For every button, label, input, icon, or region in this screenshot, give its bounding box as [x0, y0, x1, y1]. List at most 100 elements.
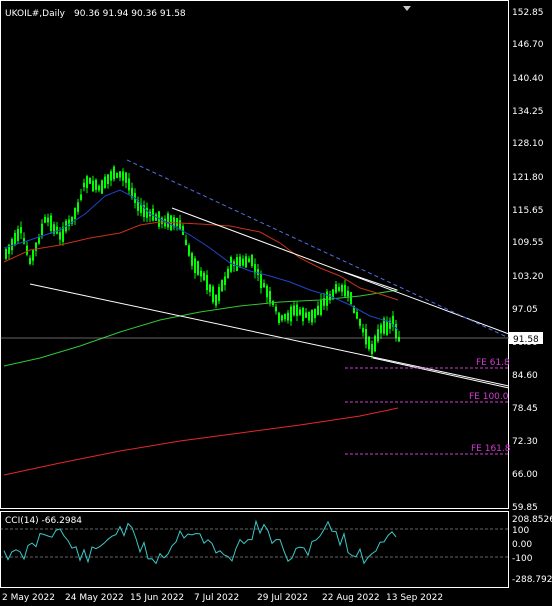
candle-body	[56, 226, 58, 234]
candle-body	[263, 283, 265, 288]
candle-body	[350, 292, 352, 304]
price-label: 78.45	[512, 404, 538, 414]
fib-label-3: FE 161.8	[471, 444, 511, 454]
candle-body	[197, 261, 199, 275]
candle-body	[209, 284, 211, 292]
price-label: 115.65	[512, 206, 544, 216]
candle-body	[347, 290, 349, 297]
candle-body	[311, 309, 313, 323]
candle-body	[356, 311, 358, 319]
candle-body	[275, 306, 277, 312]
candle-body	[218, 287, 220, 301]
candle-body	[17, 228, 19, 241]
candle-body	[248, 258, 250, 263]
candle-body	[305, 312, 307, 318]
candle-body	[284, 313, 286, 320]
candle-body	[368, 336, 370, 350]
candle-body	[287, 312, 289, 321]
candle-body	[278, 312, 280, 323]
candle-body	[203, 272, 205, 281]
candle-body	[227, 268, 229, 279]
candle-body	[59, 232, 61, 240]
indicator-label: 208.8526	[512, 515, 552, 525]
channel-line-2	[343, 271, 398, 291]
candle-body	[44, 217, 46, 223]
candle-body	[335, 284, 337, 293]
indicator-axis: 208.8526 100 0.00 -100 -288.7926	[512, 515, 552, 585]
symbol-label: UKOIL#,Daily	[5, 9, 66, 19]
price-label: 109.55	[512, 238, 544, 248]
price-label: 103.20	[512, 272, 544, 282]
candle-body	[242, 258, 244, 266]
candle-body	[380, 324, 382, 334]
candle-body	[332, 289, 334, 298]
candle-body	[251, 254, 253, 267]
candle-body	[230, 257, 232, 272]
ma-slow-line	[3, 289, 399, 367]
price-label: 84.60	[512, 371, 538, 381]
candle-body	[113, 166, 115, 180]
fib-label-2: FE 100.0	[469, 392, 509, 402]
current-price-value: 91.58	[513, 335, 539, 345]
indicator-label: 0.00	[512, 540, 532, 550]
candle-body	[317, 305, 319, 315]
indicator-label: -288.7926	[512, 575, 552, 585]
candle-body	[395, 323, 397, 339]
candle-body	[185, 239, 187, 246]
indicator-name: CCI(14) -66.2984	[5, 516, 82, 526]
ohlc-label: 90.36 91.94 90.36 91.58	[74, 9, 186, 19]
candle-body	[212, 286, 214, 303]
candle-body	[188, 245, 190, 256]
candle-body	[206, 274, 208, 290]
candle-body	[362, 328, 364, 333]
trading-chart[interactable]: FE 61.8 FE 100.0 FE 161.8 UKOIL#,Daily 9…	[0, 0, 552, 606]
time-label: 7 Jul 2022	[194, 593, 239, 603]
candle-body	[293, 305, 295, 316]
candle-body	[125, 172, 127, 183]
candle-body	[266, 285, 268, 298]
candle-body	[110, 171, 112, 181]
candle-body	[281, 315, 283, 321]
candle-body	[377, 329, 379, 342]
candlestick-series	[5, 165, 400, 359]
candle-body	[191, 253, 193, 266]
candle-body	[176, 218, 178, 227]
candle-body	[119, 171, 121, 178]
candle-body	[86, 176, 88, 189]
candle-body	[224, 276, 226, 285]
candle-body	[23, 238, 25, 244]
candle-body	[50, 215, 52, 232]
candle-body	[47, 217, 49, 223]
candle-body	[5, 248, 7, 259]
candle-body	[308, 311, 310, 321]
fib-label-1: FE 61.8	[476, 358, 510, 368]
scroll-marker-icon[interactable]	[403, 6, 411, 11]
candle-body	[104, 176, 106, 189]
candle-body	[398, 336, 400, 342]
indicator-label: -100	[512, 554, 533, 564]
candle-body	[269, 290, 271, 303]
time-label: 22 Aug 2022	[322, 593, 380, 603]
candle-body	[299, 309, 301, 315]
price-label: 146.70	[512, 40, 544, 50]
candle-body	[215, 294, 217, 306]
candle-body	[320, 299, 322, 315]
time-label: 15 Jun 2022	[130, 593, 184, 603]
candle-body	[77, 202, 79, 212]
ma-long-line	[3, 407, 399, 476]
candle-body	[89, 177, 91, 184]
candle-body	[341, 284, 343, 292]
candle-body	[122, 171, 124, 181]
indicator-label: 100	[512, 526, 529, 536]
time-label: 29 Jul 2022	[257, 593, 308, 603]
price-label: 97.05	[512, 305, 538, 315]
time-label: 2 May 2022	[2, 593, 55, 603]
candle-body	[371, 344, 373, 355]
time-axis: 2 May 2022 24 May 2022 15 Jun 2022 7 Jul…	[2, 593, 443, 603]
candle-body	[32, 250, 34, 261]
candle-body	[338, 286, 340, 291]
price-label: 140.40	[512, 74, 544, 84]
candle-body	[290, 306, 292, 322]
candle-body	[257, 269, 259, 276]
candle-body	[221, 279, 223, 292]
